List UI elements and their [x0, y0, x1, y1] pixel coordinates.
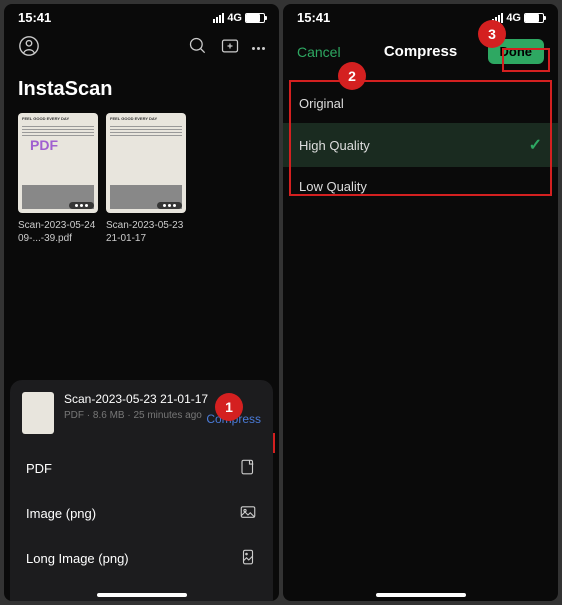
- battery-icon: [245, 13, 265, 23]
- home-indicator[interactable]: [97, 593, 187, 597]
- more-icon[interactable]: [252, 47, 265, 50]
- app-header: [4, 27, 279, 70]
- annotation-badge-3: 3: [478, 20, 506, 48]
- status-bar: 15:41 4G: [283, 4, 558, 27]
- document-name: Scan-2023-05-24 09-...-39.pdf: [18, 219, 98, 245]
- document-more-icon[interactable]: [157, 202, 182, 209]
- phone-right: 15:41 4G Cancel Compress Done 3 2 Origin…: [283, 4, 558, 601]
- sheet-thumbnail: [22, 392, 54, 434]
- image-icon: [239, 503, 257, 524]
- search-icon[interactable]: [188, 36, 208, 61]
- annotation-box-3: [502, 48, 550, 72]
- modal-title: Compress: [384, 43, 457, 60]
- document-item[interactable]: FEEL GOOD EVERY DAY Scan-2023-05-23 21-0…: [106, 113, 186, 245]
- export-option-image[interactable]: Image (png): [10, 491, 273, 536]
- add-folder-icon[interactable]: [220, 36, 240, 61]
- annotation-box-2: [289, 80, 552, 196]
- cancel-button[interactable]: Cancel: [297, 44, 341, 60]
- pdf-icon: [239, 458, 257, 479]
- app-title: InstaScan: [4, 70, 279, 113]
- status-bar: 15:41 4G: [4, 4, 279, 27]
- profile-button[interactable]: [18, 35, 40, 62]
- network-label: 4G: [227, 12, 242, 24]
- home-indicator[interactable]: [376, 593, 466, 597]
- signal-icon: [213, 13, 224, 23]
- battery-icon: [524, 13, 544, 23]
- document-thumbnail[interactable]: FEEL GOOD EVERY DAY: [106, 113, 186, 213]
- annotation-badge-2: 2: [338, 62, 366, 90]
- pdf-badge: PDF: [30, 137, 58, 153]
- export-option-long-image[interactable]: Long Image (png): [10, 536, 273, 581]
- document-more-icon[interactable]: [69, 202, 94, 209]
- document-grid: FEEL GOOD EVERY DAY PDF Scan-2023-05-24 …: [4, 113, 279, 245]
- long-image-icon: [239, 548, 257, 569]
- network-label: 4G: [506, 12, 521, 24]
- annotation-badge-1: 1: [215, 393, 243, 421]
- document-item[interactable]: FEEL GOOD EVERY DAY PDF Scan-2023-05-24 …: [18, 113, 98, 245]
- phone-left: 15:41 4G InstaScan FEEL GOOD EVERY DAY P…: [4, 4, 279, 601]
- status-indicators: 4G: [213, 12, 265, 24]
- document-thumbnail[interactable]: FEEL GOOD EVERY DAY PDF: [18, 113, 98, 213]
- status-time: 15:41: [297, 10, 330, 25]
- status-time: 15:41: [18, 10, 51, 25]
- export-option-pdf[interactable]: PDF: [10, 446, 273, 491]
- document-name: Scan-2023-05-23 21-01-17: [106, 219, 186, 245]
